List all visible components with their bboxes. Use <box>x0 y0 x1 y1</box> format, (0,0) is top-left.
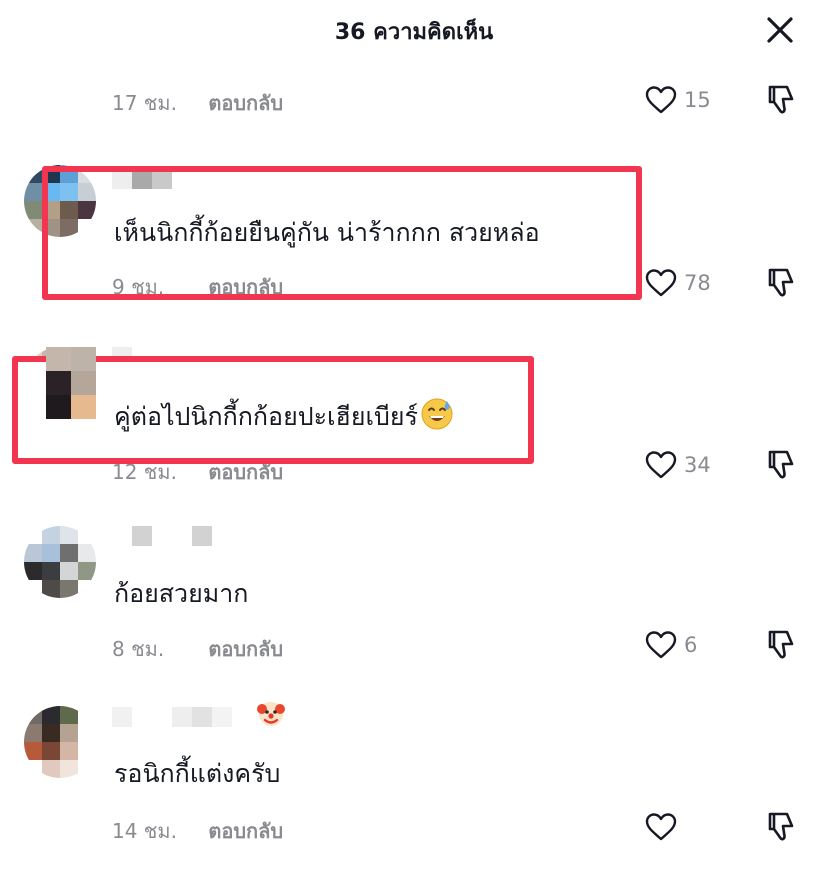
comment-text: ก้อยสวยมาก <box>114 579 249 608</box>
avatar-overlay <box>46 347 96 419</box>
close-icon[interactable] <box>762 12 798 48</box>
comment-time: 8 ชม. <box>112 637 165 661</box>
comment-meta: 17 ชม. ตอบกลับ <box>112 87 283 119</box>
avatar[interactable] <box>24 526 96 598</box>
username-redacted[interactable] <box>112 347 132 367</box>
username-redacted[interactable] <box>112 169 172 189</box>
comment-text-content: คู่ต่อไปนิกกี้กก้อยปะเฮียเบียร์ <box>114 402 418 431</box>
comment-time: 9 ชม. <box>112 275 165 299</box>
comment-meta: 8 ชม. ตอบกลับ <box>112 633 283 665</box>
like-button[interactable] <box>644 809 684 845</box>
comment-time: 17 ชม. <box>112 91 177 115</box>
comment-time: 14 ชม. <box>112 819 177 843</box>
comments-count-title: 36 ความคิดเห็น <box>334 20 494 45</box>
like-button[interactable]: 15 <box>644 82 711 118</box>
dislike-icon[interactable] <box>762 82 798 118</box>
grinning-face-with-sweat-icon <box>420 397 454 437</box>
like-count: 78 <box>684 271 711 295</box>
reply-button[interactable]: ตอบกลับ <box>208 815 283 847</box>
heart-icon <box>645 86 677 114</box>
heart-icon <box>645 813 677 841</box>
comment-meta: 9 ชม. ตอบกลับ <box>112 271 283 303</box>
heart-icon <box>645 451 677 479</box>
like-button[interactable]: 6 <box>644 627 697 663</box>
dislike-icon[interactable] <box>762 447 798 483</box>
comment-text: เห็นนิกกี้ก้อยยืนคู่กัน น่าร้ากกก สวยหล่… <box>114 218 540 247</box>
clown-face-icon <box>256 699 286 729</box>
comment-text: รอนิกกี้แต่งครับ <box>114 759 281 788</box>
username-redacted[interactable] <box>112 702 286 727</box>
dislike-icon[interactable] <box>762 627 798 663</box>
avatar[interactable] <box>24 706 96 778</box>
username-redacted[interactable] <box>112 526 212 546</box>
reply-button[interactable]: ตอบกลับ <box>208 271 283 303</box>
avatar[interactable] <box>24 165 96 237</box>
reply-button[interactable]: ตอบกลับ <box>208 87 283 119</box>
like-button[interactable]: 78 <box>644 265 711 301</box>
comment-meta: 12 ชม. ตอบกลับ <box>112 456 283 488</box>
heart-icon <box>645 631 677 659</box>
dislike-icon[interactable] <box>762 809 798 845</box>
highlighted-comment-text: คู่ต่อไปนิกกี้กก้อยปะเฮียเบียร์ <box>114 397 454 437</box>
dislike-icon[interactable] <box>762 265 798 301</box>
comments-header: 36 ความคิดเห็น <box>0 0 828 60</box>
heart-icon <box>645 269 677 297</box>
like-count: 34 <box>684 453 711 477</box>
like-count: 6 <box>684 633 698 657</box>
comment-list[interactable]: 17 ชม. ตอบกลับ 15 เห็นนิกกี้ก้อยยืนคู่กั… <box>0 60 828 875</box>
reply-button[interactable]: ตอบกลับ <box>208 633 283 665</box>
comment-time: 12 ชม. <box>112 460 177 484</box>
like-button[interactable]: 34 <box>644 447 711 483</box>
comment-meta: 14 ชม. ตอบกลับ <box>112 815 283 847</box>
like-count: 15 <box>684 88 711 112</box>
reply-button[interactable]: ตอบกลับ <box>208 456 283 488</box>
